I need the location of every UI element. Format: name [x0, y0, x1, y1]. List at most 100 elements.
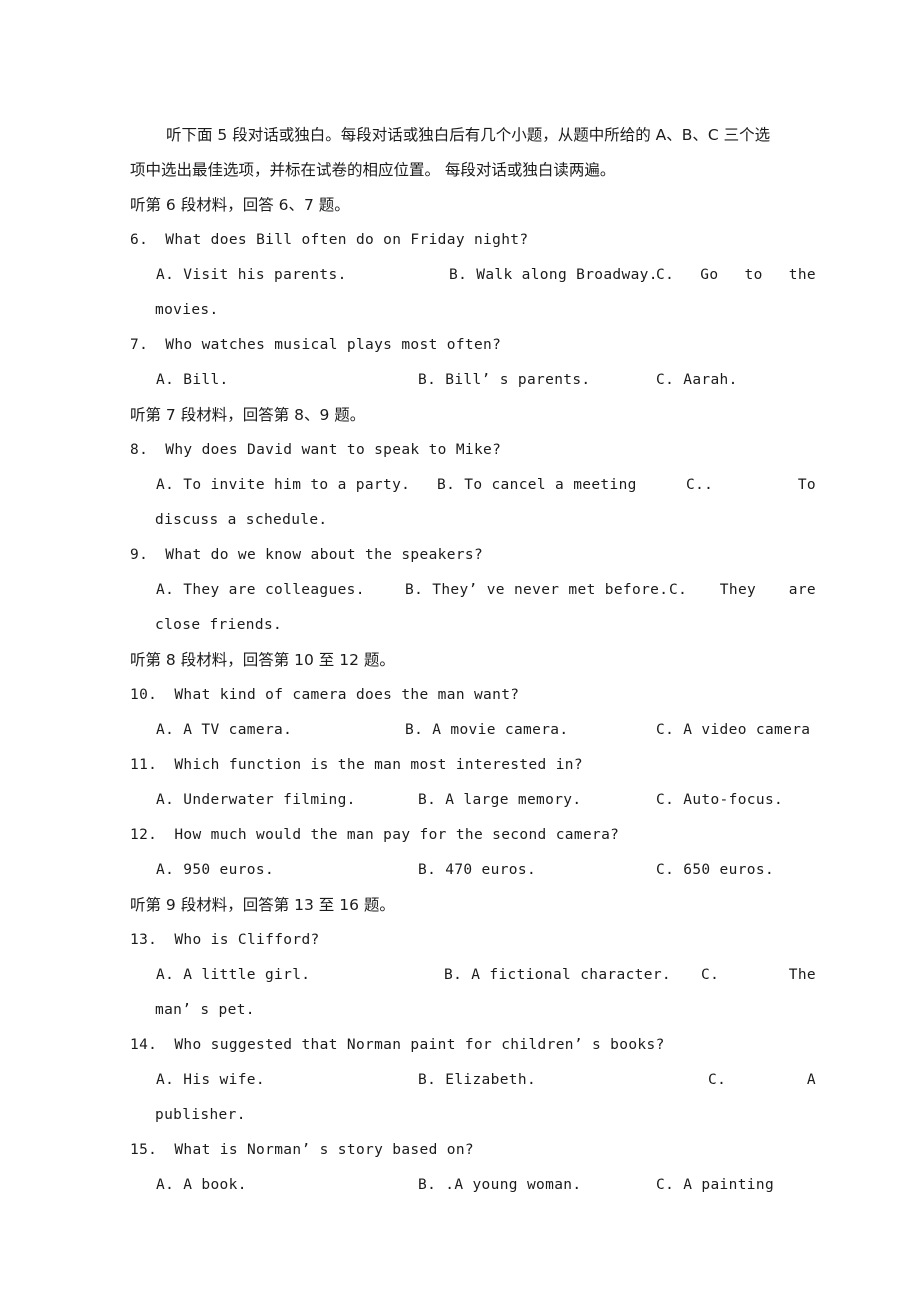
question-14-option-c-wrap[interactable]: publisher.	[155, 1098, 790, 1133]
question-6-option-a[interactable]: A. Visit his parents.	[156, 258, 347, 293]
instructions-line-2: 项中选出最佳选项，并标在试卷的相应位置。 每段对话或独白读两遍。	[130, 161, 616, 179]
question-7-options: A. Bill. B. Bill’ s parents. C. Aarah.	[156, 363, 790, 398]
question-14-option-a[interactable]: A. His wife.	[156, 1063, 265, 1098]
question-15-option-b[interactable]: B. .A young woman.	[418, 1168, 581, 1203]
question-13-option-a[interactable]: A. A little girl.	[156, 958, 310, 993]
question-14-option-c-label: C.	[708, 1072, 727, 1088]
question-6-option-c[interactable]: C. Go to the	[656, 258, 816, 293]
question-10-option-c[interactable]: C. A video camera	[656, 713, 810, 748]
question-9-number: 9.	[130, 547, 149, 563]
question-13-option-c-label: C.	[701, 967, 720, 983]
question-9-option-c-wrap[interactable]: close friends.	[155, 608, 790, 643]
question-8-option-c[interactable]: C.. To	[686, 468, 816, 503]
question-14-options: A. His wife. B. Elizabeth. C. A	[156, 1063, 816, 1098]
question-7-option-a[interactable]: A. Bill.	[156, 363, 229, 398]
question-14-option-c[interactable]: C. A	[708, 1063, 816, 1098]
instructions-line-1: 听下面 5 段对话或独白。每段对话或独白后有几个小题，从题中所给的 A、B、C …	[166, 126, 771, 144]
question-10-option-a[interactable]: A. A TV camera.	[156, 713, 292, 748]
question-8: 8. Why does David want to speak to Mike?	[130, 433, 790, 468]
section-heading-8: 听第 8 段材料，回答第 10 至 12 题。	[130, 643, 790, 678]
question-12-number: 12.	[130, 827, 158, 843]
question-13-number: 13.	[130, 932, 158, 948]
section-heading-9: 听第 9 段材料，回答第 13 至 16 题。	[130, 888, 790, 923]
section-heading-6: 听第 6 段材料，回答 6、7 题。	[130, 188, 790, 223]
instructions-line-2-row: 项中选出最佳选项，并标在试卷的相应位置。 每段对话或独白读两遍。	[130, 153, 790, 188]
question-11-option-b[interactable]: B. A large memory.	[418, 783, 581, 818]
section-heading-8-text: 听第 8 段材料，回答第 10 至 12 题。	[130, 651, 395, 669]
question-9-option-c[interactable]: C. They are	[669, 573, 816, 608]
question-12: 12. How much would the man pay for the s…	[130, 818, 790, 853]
question-14-number: 14.	[130, 1037, 158, 1053]
question-8-option-a[interactable]: A. To invite him to a party.	[156, 468, 410, 503]
question-12-option-b[interactable]: B. 470 euros.	[418, 853, 536, 888]
question-9-option-c-word-2: are	[788, 582, 816, 598]
section-heading-7: 听第 7 段材料，回答第 8、9 题。	[130, 398, 790, 433]
question-8-option-c-wrap[interactable]: discuss a schedule.	[155, 503, 790, 538]
question-15-option-c[interactable]: C. A painting	[656, 1168, 774, 1203]
question-14: 14. Who suggested that Norman paint for …	[130, 1028, 790, 1063]
question-7-stem: Who watches musical plays most often?	[165, 337, 502, 353]
question-6-option-c-label: C.	[656, 267, 675, 283]
question-6-option-c-word-1: Go	[700, 267, 719, 283]
question-6-option-b[interactable]: B. Walk along Broadway.	[449, 258, 658, 293]
question-12-option-c[interactable]: C. 650 euros.	[656, 853, 774, 888]
question-9-option-c-word-1: They	[719, 582, 757, 598]
question-11-option-a[interactable]: A. Underwater filming.	[156, 783, 356, 818]
question-9-option-b[interactable]: B. They’ ve never met before.	[405, 573, 668, 608]
question-6: 6. What does Bill often do on Friday nig…	[130, 223, 790, 258]
question-9-stem: What do we know about the speakers?	[165, 547, 484, 563]
question-15-options: A. A book. B. .A young woman. C. A paint…	[156, 1168, 790, 1203]
question-11-option-c[interactable]: C. Auto-focus.	[656, 783, 783, 818]
question-13-option-b[interactable]: B. A fictional character.	[444, 958, 671, 993]
question-8-option-c-word-1: To	[797, 477, 816, 493]
listening-instructions: 听下面 5 段对话或独白。每段对话或独白后有几个小题，从题中所给的 A、B、C …	[130, 118, 790, 153]
question-11-stem: Which function is the man most intereste…	[174, 757, 583, 773]
question-6-number: 6.	[130, 232, 149, 248]
question-14-option-b[interactable]: B. Elizabeth.	[418, 1063, 536, 1098]
question-12-stem: How much would the man pay for the secon…	[174, 827, 620, 843]
question-11: 11. Which function is the man most inter…	[130, 748, 790, 783]
question-11-number: 11.	[130, 757, 158, 773]
exam-page: 听下面 5 段对话或独白。每段对话或独白后有几个小题，从题中所给的 A、B、C …	[0, 0, 920, 1302]
question-12-option-a[interactable]: A. 950 euros.	[156, 853, 274, 888]
question-8-stem: Why does David want to speak to Mike?	[165, 442, 502, 458]
question-10-number: 10.	[130, 687, 158, 703]
question-8-number: 8.	[130, 442, 149, 458]
question-6-option-c-wrap[interactable]: movies.	[155, 293, 790, 328]
question-13-option-c-word-1: The	[788, 967, 816, 983]
question-10-stem: What kind of camera does the man want?	[174, 687, 520, 703]
question-9-options: A. They are colleagues. B. They’ ve neve…	[156, 573, 816, 608]
question-15-option-a[interactable]: A. A book.	[156, 1168, 247, 1203]
question-13: 13. Who is Clifford?	[130, 923, 790, 958]
question-10: 10. What kind of camera does the man wan…	[130, 678, 790, 713]
question-10-options: A. A TV camera. B. A movie camera. C. A …	[156, 713, 810, 748]
question-8-option-c-label: C..	[686, 477, 714, 493]
question-15-number: 15.	[130, 1142, 158, 1158]
question-12-options: A. 950 euros. B. 470 euros. C. 650 euros…	[156, 853, 790, 888]
question-6-option-c-word-3: the	[788, 267, 816, 283]
question-7: 7. Who watches musical plays most often?	[130, 328, 790, 363]
question-7-option-b[interactable]: B. Bill’ s parents.	[418, 363, 591, 398]
question-8-option-b[interactable]: B. To cancel a meeting	[437, 468, 637, 503]
question-15: 15. What is Norman’ s story based on?	[130, 1133, 790, 1168]
question-13-stem: Who is Clifford?	[174, 932, 320, 948]
question-6-stem: What does Bill often do on Friday night?	[165, 232, 529, 248]
question-15-stem: What is Norman’ s story based on?	[174, 1142, 474, 1158]
question-9-option-a[interactable]: A. They are colleagues.	[156, 573, 365, 608]
question-13-option-c-wrap[interactable]: man’ s pet.	[155, 993, 790, 1028]
question-6-options: A. Visit his parents. B. Walk along Broa…	[156, 258, 816, 293]
question-13-options: A. A little girl. B. A fictional charact…	[156, 958, 816, 993]
question-7-number: 7.	[130, 337, 149, 353]
question-14-option-c-word-1: A	[806, 1072, 816, 1088]
section-heading-7-text: 听第 7 段材料，回答第 8、9 题。	[130, 406, 366, 424]
question-10-option-b[interactable]: B. A movie camera.	[405, 713, 568, 748]
question-6-option-c-word-2: to	[744, 267, 763, 283]
page-content: 听下面 5 段对话或独白。每段对话或独白后有几个小题，从题中所给的 A、B、C …	[130, 118, 816, 1203]
question-9-option-c-label: C.	[669, 582, 688, 598]
question-8-options: A. To invite him to a party. B. To cance…	[156, 468, 816, 503]
question-7-option-c[interactable]: C. Aarah.	[656, 363, 738, 398]
question-13-option-c[interactable]: C. The	[701, 958, 816, 993]
question-11-options: A. Underwater filming. B. A large memory…	[156, 783, 790, 818]
section-heading-9-text: 听第 9 段材料，回答第 13 至 16 题。	[130, 896, 395, 914]
question-9: 9. What do we know about the speakers?	[130, 538, 790, 573]
